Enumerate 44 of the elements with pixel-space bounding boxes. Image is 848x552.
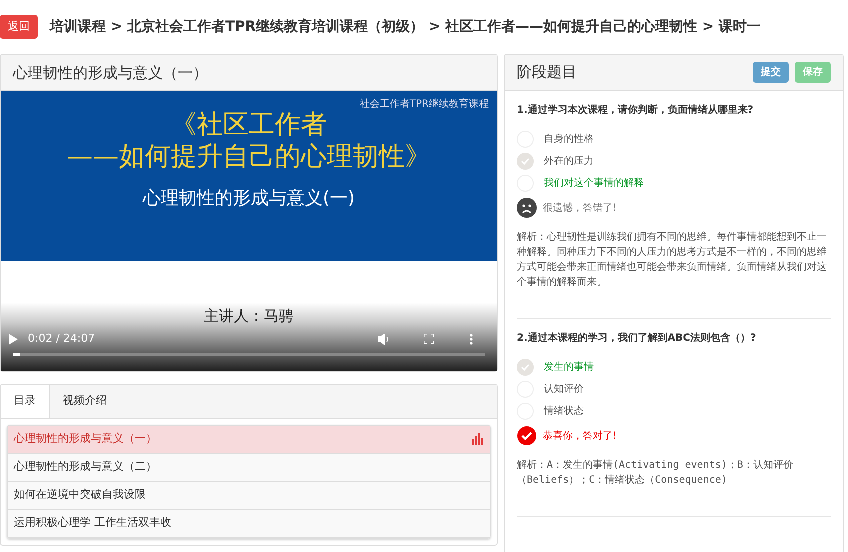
progress-track[interactable] — [13, 353, 485, 356]
slide-title: ——如何提升自己的心理韧性》 — [67, 141, 431, 173]
result-message: 恭喜你，答对了! — [543, 430, 618, 444]
lesson-item[interactable]: 心理韧性的形成与意义（二） — [8, 454, 490, 482]
check-icon — [521, 158, 530, 164]
lesson-item[interactable]: 如何在逆境中突破自我设限 — [8, 482, 490, 510]
lesson-item[interactable]: 心理韧性的形成与意义（一） — [8, 426, 490, 454]
question-text: 1.通过学习本次课程，请你判断，负面情绪从哪里来? — [517, 104, 755, 118]
question-text: 2.通过本课程的学习，我们了解到ABC法则包含（）? — [517, 332, 758, 346]
panel-title: 心理韧性的形成与意义（一） — [13, 64, 208, 82]
option-label: 发生的事情 — [544, 360, 594, 374]
option-label: 自身的性格 — [544, 132, 594, 146]
option-label: 外在的压力 — [544, 154, 594, 168]
check-circle-icon — [517, 426, 537, 446]
radio-button[interactable] — [517, 152, 534, 170]
more-icon[interactable] — [470, 334, 473, 344]
volume-icon[interactable] — [378, 334, 390, 344]
video-time: 0:02 / 24:07 — [28, 330, 96, 347]
tab[interactable]: 视频介绍 — [50, 385, 120, 418]
sad-face-icon — [517, 198, 537, 218]
fullscreen-icon[interactable] — [424, 334, 434, 344]
option-label: 情绪状态 — [544, 404, 584, 418]
tab[interactable]: 目录 — [1, 385, 50, 418]
slide-caption: 社会工作者TPR继续教育课程 — [360, 98, 489, 112]
bar-chart-icon — [472, 433, 484, 445]
lesson-title: 心理韧性的形成与意义（二） — [14, 458, 157, 475]
lesson-title: 如何在逆境中突破自我设限 — [14, 486, 146, 503]
result-message: 很遗憾，答错了! — [543, 202, 618, 216]
lesson-title: 心理韧性的形成与意义（一） — [14, 430, 157, 447]
lesson-item[interactable]: 运用积极心理学 工作生活双丰收 — [8, 510, 490, 538]
play-icon[interactable] — [9, 334, 18, 344]
explanation-text: 解析：心理韧性是训练我们拥有不同的思维。每件事情都能想到不止一种解释。同种压力下不同的人压力的思考方式是不一样的，不同的思维方式可能会带来正面情绪也可能会带来负面情绪。负面情绪从我们对这个事情的解释而来。 — [517, 230, 828, 290]
option-label: 认知评价 — [544, 382, 584, 396]
slide-subtitle: 心理韧性的形成与意义(一) — [142, 187, 356, 211]
panel-title: 阶段题目 — [517, 62, 578, 84]
speaker-caption: 主讲人：马骋 — [204, 307, 294, 325]
back-button[interactable]: 返回 — [0, 14, 38, 40]
breadcrumb: 培训课程 > 北京社会工作者TPR继续教育培训课程（初级） > 社区工作者——如何提升自己的心理韧性 > 课时一 — [50, 18, 762, 36]
radio-button[interactable] — [517, 358, 534, 376]
slide-title: 《社区工作者 — [171, 109, 327, 141]
option-label: 我们对这个事情的解释 — [544, 176, 644, 190]
explanation-text: 解析：A：发生的事情(Activating events)；B：认知评价（Beliefs）；C：情绪状态（Consequence) — [517, 458, 794, 488]
lesson-title: 运用积极心理学 工作生活双丰收 — [14, 514, 172, 531]
check-icon — [521, 364, 530, 370]
